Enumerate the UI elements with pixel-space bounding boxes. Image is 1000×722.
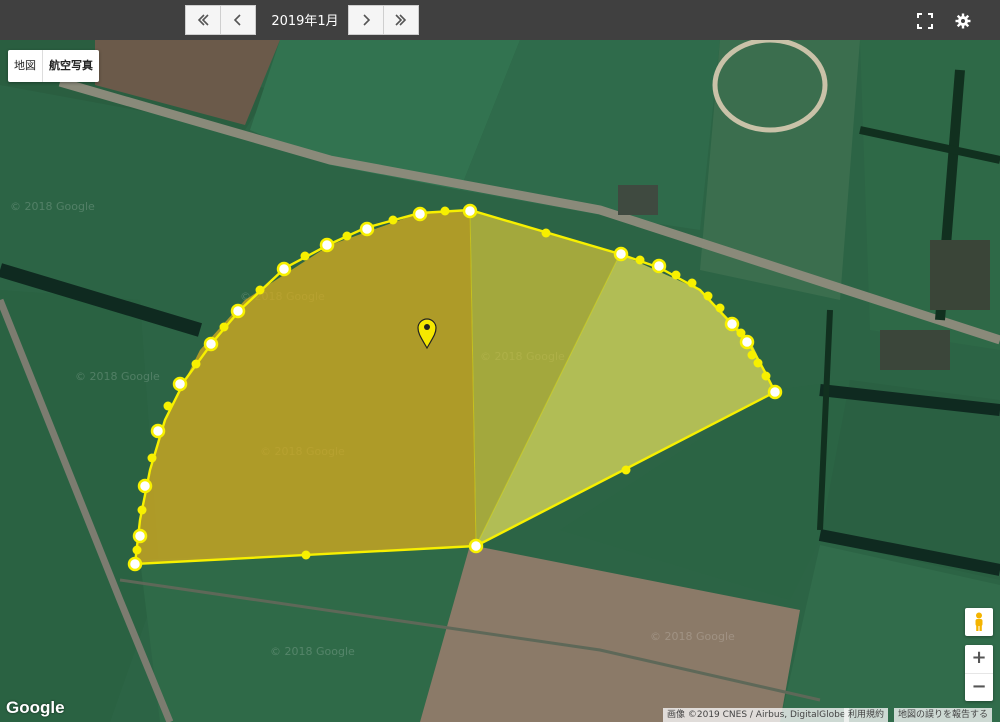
zoom-control: + − bbox=[965, 645, 993, 701]
satellite-map[interactable]: © 2018 Google © 2018 Google © 2018 Googl… bbox=[0, 40, 1000, 722]
pegman-icon bbox=[975, 612, 983, 631]
imagery-attribution: 画像 ©2019 CNES / Airbus, DigitalGlobe bbox=[663, 708, 850, 722]
chevron-right-icon bbox=[363, 14, 371, 26]
toolbar: 2019年1月 bbox=[0, 0, 1000, 40]
svg-text:© 2018 Google: © 2018 Google bbox=[650, 630, 735, 643]
report-map-error-link[interactable]: 地図の誤りを報告する bbox=[894, 708, 993, 722]
next-month-button[interactable] bbox=[348, 5, 384, 35]
previous-month-button[interactable] bbox=[220, 5, 256, 35]
svg-text:© 2018 Google: © 2018 Google bbox=[75, 370, 160, 383]
svg-text:© 2018 Google: © 2018 Google bbox=[270, 645, 355, 658]
svg-text:© 2018 Google: © 2018 Google bbox=[10, 200, 95, 213]
map-type-control: 地図 航空写真 bbox=[8, 50, 99, 82]
terms-of-use-link[interactable]: 利用規約 bbox=[844, 708, 889, 722]
google-logo: Google bbox=[6, 698, 65, 717]
settings-gear-icon[interactable] bbox=[954, 12, 972, 30]
street-view-pegman-button[interactable] bbox=[965, 608, 993, 636]
map-type-satellite-button[interactable]: 航空写真 bbox=[42, 50, 99, 82]
fullscreen-icon[interactable] bbox=[916, 12, 934, 30]
zoom-out-button[interactable]: − bbox=[965, 673, 993, 701]
current-date-label: 2019年1月 bbox=[271, 14, 339, 29]
zoom-in-button[interactable]: + bbox=[965, 645, 993, 673]
first-page-button[interactable] bbox=[185, 5, 221, 35]
double-chevron-left-icon bbox=[197, 14, 209, 26]
map-type-roadmap-button[interactable]: 地図 bbox=[8, 50, 42, 82]
satellite-imagery: © 2018 Google © 2018 Google © 2018 Googl… bbox=[0, 40, 1000, 722]
double-chevron-right-icon bbox=[395, 14, 407, 26]
last-page-button[interactable] bbox=[383, 5, 419, 35]
chevron-left-icon bbox=[233, 14, 241, 26]
